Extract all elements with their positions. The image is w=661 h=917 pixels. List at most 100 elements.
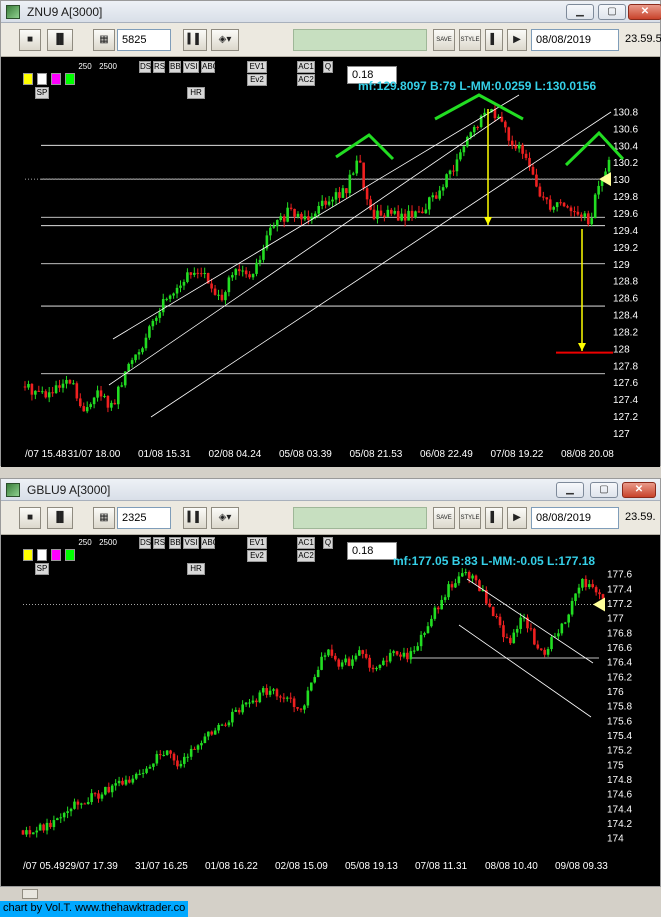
candle-body bbox=[410, 210, 414, 218]
candle-body bbox=[309, 682, 313, 691]
indicator-toggle-ds[interactable]: DS bbox=[139, 61, 151, 73]
minimize-button[interactable]: ▁ bbox=[566, 4, 594, 20]
indicator-toggle-vsi[interactable]: VSI bbox=[183, 537, 199, 549]
style-button[interactable]: STYLE bbox=[459, 29, 481, 51]
candle-body bbox=[591, 584, 595, 588]
indicator-toggle-sp[interactable]: SP bbox=[35, 87, 49, 99]
save-button[interactable]: SAVE bbox=[433, 29, 455, 51]
indicator-toggle-ac2[interactable]: AC2 bbox=[297, 74, 315, 86]
candle-body bbox=[454, 583, 457, 588]
color-swatch[interactable] bbox=[23, 73, 33, 85]
indicator-toggle-hr[interactable]: HR bbox=[187, 563, 205, 575]
candle-body bbox=[54, 385, 58, 394]
minimize-button[interactable]: ▁ bbox=[556, 482, 584, 498]
candle-body bbox=[358, 650, 361, 656]
horizontal-scrollbar[interactable] bbox=[0, 886, 661, 900]
indicator-toggle-rs[interactable]: RS bbox=[153, 537, 165, 549]
scroll-thumb[interactable] bbox=[22, 889, 38, 899]
date-field[interactable]: 08/08/2019 bbox=[531, 507, 619, 529]
bar-style-icon[interactable]: ▍▌ bbox=[183, 29, 207, 51]
candle-body bbox=[365, 188, 369, 200]
indicator-icon[interactable]: ◈▾ bbox=[211, 507, 239, 529]
play-button[interactable]: ▶ bbox=[507, 29, 527, 51]
candle-body bbox=[455, 159, 459, 172]
candle-body bbox=[27, 383, 30, 388]
candle-body bbox=[474, 575, 478, 581]
indicator-icon[interactable]: ◈▾ bbox=[211, 29, 239, 51]
indicator-toggle-ev2[interactable]: Ev2 bbox=[247, 550, 267, 562]
candle-body bbox=[419, 634, 423, 647]
indicator-toggle-ev1[interactable]: EV1 bbox=[247, 61, 267, 73]
chart-type-icon[interactable]: ▐▌ bbox=[47, 29, 73, 51]
indicator-toggle-bb[interactable]: BB bbox=[169, 537, 181, 549]
date-field[interactable]: 08/08/2019 bbox=[531, 29, 619, 51]
close-button[interactable]: ✕ bbox=[628, 4, 661, 20]
indicator-toggle-2500[interactable]: 2500 bbox=[97, 61, 119, 73]
indicator-toggle-2500[interactable]: 2500 bbox=[97, 537, 119, 549]
color-swatch[interactable] bbox=[23, 549, 33, 561]
bars-count-field[interactable]: 2325 bbox=[117, 507, 171, 529]
color-swatch[interactable] bbox=[37, 73, 47, 85]
candle-body bbox=[361, 650, 365, 654]
candle-body bbox=[210, 731, 214, 735]
chart-mode-icon[interactable]: ▌ bbox=[485, 29, 503, 51]
chart-type-icon[interactable]: ▐▌ bbox=[47, 507, 73, 529]
candle-body bbox=[491, 606, 495, 617]
save-icon[interactable]: ■ bbox=[19, 29, 41, 51]
indicator-toggle-vsi[interactable]: VSI bbox=[183, 61, 199, 73]
color-swatch[interactable] bbox=[65, 73, 75, 85]
candle-body bbox=[393, 211, 397, 214]
indicator-toggle-q[interactable]: Q bbox=[323, 537, 333, 549]
close-button[interactable]: ✕ bbox=[622, 482, 656, 498]
color-swatch[interactable] bbox=[51, 73, 61, 85]
indicator-toggle-q[interactable]: Q bbox=[323, 61, 333, 73]
grid-icon[interactable]: ▦ bbox=[93, 507, 115, 529]
candle-body bbox=[137, 352, 141, 355]
maximize-button[interactable]: ▢ bbox=[598, 4, 626, 20]
color-swatch[interactable] bbox=[51, 549, 61, 561]
y-tick-label: 129.8 bbox=[613, 192, 638, 203]
indicator-toggle-ac1[interactable]: AC1 bbox=[297, 537, 315, 549]
indicator-toggle-ac1[interactable]: AC1 bbox=[297, 61, 315, 73]
zoom-input[interactable]: 0.18 bbox=[347, 542, 397, 560]
indicator-toggle-abc[interactable]: ABC bbox=[201, 61, 218, 73]
candle-body bbox=[412, 650, 416, 652]
indicator-toggle-hr[interactable]: HR bbox=[187, 87, 205, 99]
measured-move-arrow-2-head bbox=[578, 343, 586, 351]
chart-area[interactable]: 177.6 177.4 177.2 177 176.8 176.6 176.4 176.2 17… bbox=[1, 535, 660, 887]
chart-area[interactable]: 130.8 130.6 130.4 130.2 130 129.8 129.6 129.4 12… bbox=[1, 57, 660, 467]
indicator-toggle-ev2[interactable]: Ev2 bbox=[247, 74, 267, 86]
indicator-toggle-abc[interactable]: ABC bbox=[201, 537, 218, 549]
candle-body bbox=[331, 199, 334, 202]
left-shoulder-mark bbox=[335, 133, 395, 161]
candle-body bbox=[52, 820, 56, 828]
chart-mode-icon[interactable]: ▌ bbox=[485, 507, 503, 529]
indicator-toggle-ds[interactable]: DS bbox=[139, 537, 151, 549]
indicator-toggle-bb[interactable]: BB bbox=[169, 61, 181, 73]
maximize-button[interactable]: ▢ bbox=[590, 482, 618, 498]
indicator-toggle-ev1[interactable]: EV1 bbox=[247, 537, 267, 549]
y-tick-label: 127.8 bbox=[613, 361, 638, 372]
indicator-toggle-250[interactable]: 250 bbox=[77, 537, 93, 549]
color-swatch[interactable] bbox=[65, 549, 75, 561]
save-button[interactable]: SAVE bbox=[433, 507, 455, 529]
indicator-toggle-rs[interactable]: RS bbox=[153, 61, 165, 73]
candle-body bbox=[580, 214, 583, 217]
grid-icon[interactable]: ▦ bbox=[93, 29, 115, 51]
indicator-toggle-ac2[interactable]: AC2 bbox=[297, 550, 315, 562]
bars-count-field[interactable]: 5825 bbox=[117, 29, 171, 51]
candle-body bbox=[128, 779, 131, 783]
indicator-toggle-sp[interactable]: SP bbox=[35, 563, 49, 575]
play-button[interactable]: ▶ bbox=[507, 507, 527, 529]
candle-body bbox=[426, 626, 430, 634]
candle-body bbox=[179, 285, 182, 288]
candle-body bbox=[452, 170, 455, 172]
candle-body bbox=[548, 199, 552, 210]
style-button[interactable]: STYLE bbox=[459, 507, 481, 529]
color-swatch[interactable] bbox=[37, 549, 47, 561]
save-icon[interactable]: ■ bbox=[19, 507, 41, 529]
candle-body bbox=[78, 398, 82, 407]
bar-style-icon[interactable]: ▍▌ bbox=[183, 507, 207, 529]
indicator-toggle-250[interactable]: 250 bbox=[77, 61, 93, 73]
channel-upper-line bbox=[466, 578, 594, 664]
